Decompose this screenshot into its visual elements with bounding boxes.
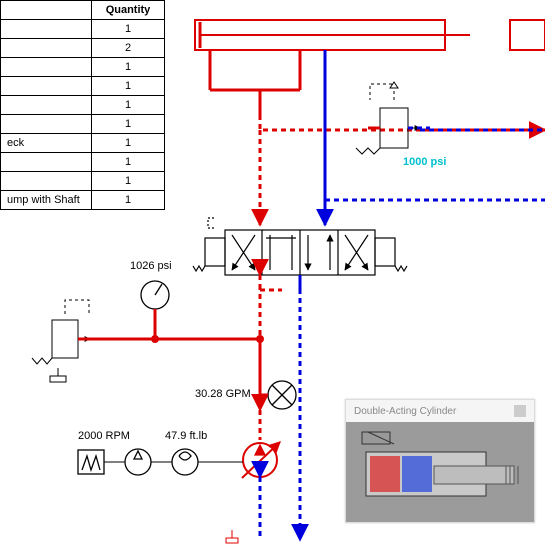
- coupling-1: [125, 449, 151, 475]
- double-acting-cylinder[interactable]: [195, 20, 545, 50]
- tooltip-title: Double-Acting Cylinder: [354, 406, 456, 417]
- schematic-canvas[interactable]: { "table": { "header_qty": "Quantity", "…: [0, 0, 545, 545]
- coupling-2: [172, 449, 198, 475]
- flow-meter[interactable]: [260, 380, 296, 409]
- motor-speed-label: 2000 RPM: [78, 430, 130, 442]
- pressure-regulator[interactable]: [356, 82, 430, 154]
- relief-valve-left[interactable]: [32, 300, 90, 382]
- variable-pump[interactable]: [242, 442, 280, 478]
- flow-rate-label: 30.28 GPM: [195, 388, 251, 400]
- tooltip-close-icon[interactable]: [514, 405, 526, 417]
- directional-valve[interactable]: [193, 218, 407, 275]
- regulator-pressure-label: 1000 psi: [403, 156, 446, 168]
- torque-label: 47.9 ft.lb: [165, 430, 207, 442]
- pressure-gauge-label: 1026 psi: [130, 260, 172, 272]
- pressure-gauge[interactable]: [141, 281, 169, 330]
- component-tooltip[interactable]: Double-Acting Cylinder: [345, 399, 535, 523]
- electric-motor[interactable]: [78, 450, 104, 474]
- tooltip-preview: [346, 422, 534, 522]
